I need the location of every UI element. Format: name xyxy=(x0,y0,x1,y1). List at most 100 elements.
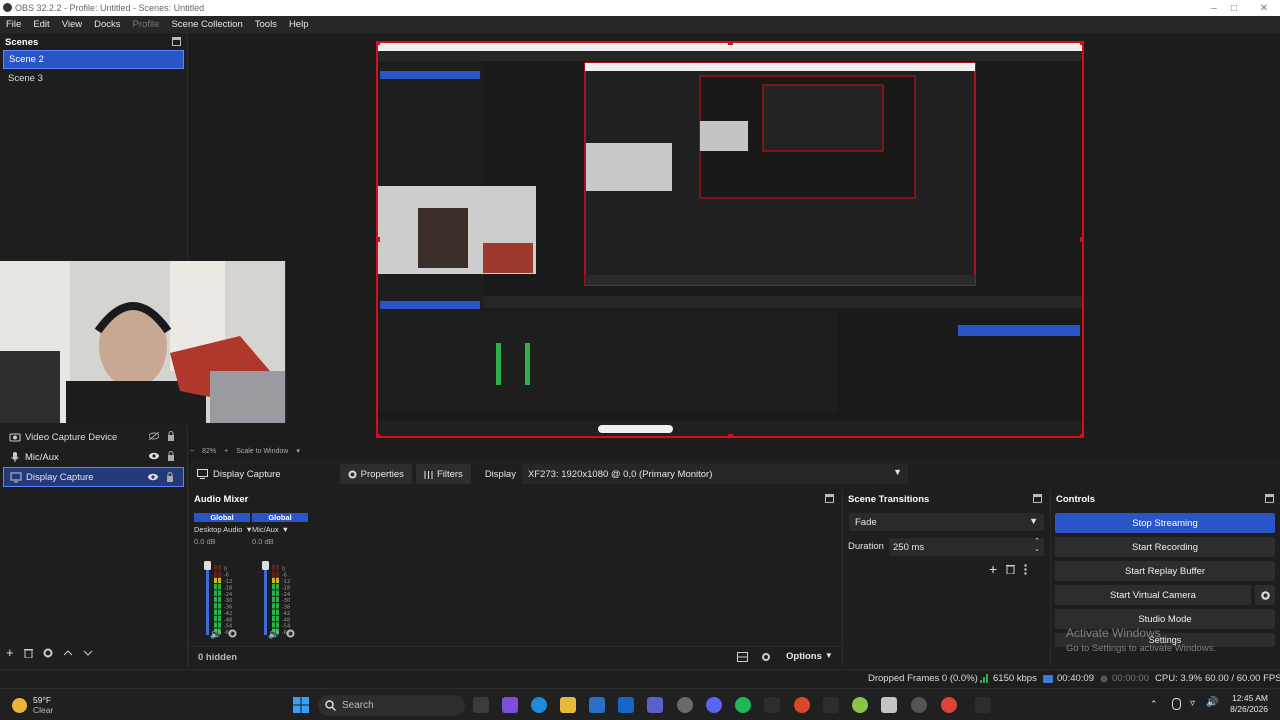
resize-handle[interactable] xyxy=(728,43,733,45)
undock-icon[interactable] xyxy=(1033,494,1042,503)
menu-view[interactable]: View xyxy=(56,19,88,30)
undock-icon[interactable] xyxy=(172,37,181,46)
chevron-down-icon[interactable]: ▾ xyxy=(296,447,300,455)
volume-fader-knob xyxy=(262,561,269,570)
app-icon[interactable] xyxy=(975,697,991,713)
scene-item-scene-2[interactable]: Scene 2 xyxy=(3,50,184,69)
layout-icon[interactable] xyxy=(737,652,748,662)
brave-icon[interactable] xyxy=(794,697,810,713)
taskbar-search[interactable]: Search xyxy=(318,695,465,716)
window-title: OBS 32.2.2 - Profile: Untitled - Scenes:… xyxy=(15,3,205,13)
start-recording-button[interactable]: Start Recording xyxy=(1055,537,1275,557)
chevron-up-icon[interactable]: ⌃ xyxy=(1150,699,1158,710)
properties-button[interactable]: Properties xyxy=(339,464,412,484)
speaker-icon[interactable]: 🔊 xyxy=(210,629,221,640)
meter-segment xyxy=(276,590,279,596)
speaker-icon[interactable]: 🔊 xyxy=(268,629,279,640)
undock-icon[interactable] xyxy=(825,494,834,503)
visibility-icon[interactable] xyxy=(149,451,159,461)
resize-handle[interactable] xyxy=(1080,237,1082,242)
edge-browser-icon[interactable] xyxy=(531,697,547,713)
zoom-in-icon[interactable]: + xyxy=(224,448,228,455)
move-up-icon[interactable] xyxy=(63,648,73,658)
volume-meter[interactable]: 0 -6 -12 -18 -24 -30 -36 -42 -48 -54 -60 xyxy=(262,561,292,637)
start-replay-buffer-button[interactable]: Start Replay Buffer xyxy=(1055,561,1275,581)
menu-tools[interactable]: Tools xyxy=(249,19,283,30)
scale-mode-select[interactable]: Scale to Window xyxy=(236,448,288,455)
meter-tick-label: -6 xyxy=(224,573,229,579)
copilot-icon[interactable] xyxy=(502,697,518,713)
spotify-icon[interactable] xyxy=(735,697,751,713)
windows-start-icon[interactable] xyxy=(293,697,309,713)
menu-help[interactable]: Help xyxy=(283,19,315,30)
weather-widget[interactable]: 59°F Clear xyxy=(12,695,53,715)
resize-handle[interactable] xyxy=(1080,434,1082,436)
visibility-icon[interactable] xyxy=(148,472,158,482)
menu-profile[interactable]: Profile xyxy=(127,19,166,30)
channel-name-select[interactable]: Desktop Audio ▼ xyxy=(194,525,253,534)
menu-file[interactable]: File xyxy=(0,19,27,30)
menu-scene-collection[interactable]: Scene Collection xyxy=(165,19,248,30)
transition-select[interactable]: Fade ▼ xyxy=(849,513,1044,531)
wifi-icon[interactable]: ▿ xyxy=(1190,698,1195,709)
resize-handle[interactable] xyxy=(1080,43,1082,45)
menu-edit[interactable]: Edit xyxy=(27,19,55,30)
filters-button[interactable]: Filters xyxy=(415,464,471,484)
remove-transition-icon[interactable] xyxy=(1006,564,1016,574)
source-item-video-capture[interactable]: Video Capture Device xyxy=(3,427,184,447)
task-view-icon[interactable] xyxy=(473,697,489,713)
epic-games-icon[interactable] xyxy=(764,697,780,713)
zoom-out-icon[interactable]: − xyxy=(190,448,194,455)
lock-icon[interactable] xyxy=(166,431,176,441)
teams-icon[interactable] xyxy=(647,697,663,713)
resize-handle[interactable] xyxy=(378,237,380,242)
lock-icon[interactable] xyxy=(166,451,176,461)
add-transition-icon[interactable]: + xyxy=(989,561,997,577)
app-icon[interactable] xyxy=(823,697,839,713)
resize-handle[interactable] xyxy=(378,434,380,436)
undock-icon[interactable] xyxy=(1265,494,1274,503)
stop-streaming-button[interactable]: Stop Streaming xyxy=(1055,513,1275,533)
file-explorer-icon[interactable] xyxy=(560,697,576,713)
chrome-icon[interactable] xyxy=(941,697,957,713)
taskbar-clock[interactable]: 12:45 AM 8/26/2026 xyxy=(1226,693,1268,715)
source-properties-gear-icon[interactable] xyxy=(43,648,53,658)
store-icon[interactable] xyxy=(589,697,605,713)
duration-spinbox[interactable]: 250 ms ⌃ ⌄ xyxy=(889,538,1044,556)
volume-icon[interactable]: 🔊 xyxy=(1206,697,1218,708)
app-icon[interactable] xyxy=(852,697,868,713)
more-options-icon[interactable] xyxy=(1024,563,1027,575)
source-item-mic-aux[interactable]: Mic/Aux xyxy=(3,447,184,467)
advanced-audio-gear-icon[interactable] xyxy=(761,652,772,662)
display-select[interactable]: XF273: 1920x1080 @ 0,0 (Primary Monitor)… xyxy=(521,464,908,484)
resize-handle[interactable] xyxy=(378,43,380,45)
snipping-tool-icon[interactable] xyxy=(881,697,897,713)
volume-meter[interactable]: 0 -6 -12 -18 -24 -30 -36 -42 -48 -54 -60 xyxy=(204,561,234,637)
gear-icon[interactable] xyxy=(228,629,237,640)
monitor-icon xyxy=(10,471,22,483)
microphone-icon[interactable] xyxy=(1172,698,1181,710)
meter-segment xyxy=(214,603,217,609)
virtual-camera-gear-icon[interactable] xyxy=(1255,585,1275,605)
add-source-icon[interactable]: + xyxy=(6,646,14,659)
close-icon[interactable]: ✕ xyxy=(1244,0,1280,16)
start-virtual-camera-button[interactable]: Start Virtual Camera xyxy=(1055,585,1251,605)
scene-item-scene-3[interactable]: Scene 3 xyxy=(3,69,184,88)
channel-name-select[interactable]: Mic/Aux ▼ xyxy=(252,525,308,534)
visibility-icon[interactable] xyxy=(149,431,159,441)
gear-icon[interactable] xyxy=(286,629,295,640)
resize-handle[interactable] xyxy=(728,434,733,436)
mail-icon[interactable] xyxy=(618,697,634,713)
discord-icon[interactable] xyxy=(706,697,722,713)
remove-source-icon[interactable] xyxy=(23,648,33,658)
obs-icon[interactable] xyxy=(911,697,927,713)
mixer-options-button[interactable]: Options ▼ xyxy=(786,651,833,662)
move-down-icon[interactable] xyxy=(83,648,93,658)
lock-icon[interactable] xyxy=(165,472,175,482)
settings-gear-icon[interactable] xyxy=(677,697,693,713)
menu-docks[interactable]: Docks xyxy=(88,19,126,30)
preview-canvas[interactable] xyxy=(376,41,1084,438)
spin-arrows-icon[interactable]: ⌃ ⌄ xyxy=(1034,538,1040,554)
source-item-display-capture[interactable]: Display Capture xyxy=(3,467,184,487)
obs-logo-icon xyxy=(3,3,12,12)
